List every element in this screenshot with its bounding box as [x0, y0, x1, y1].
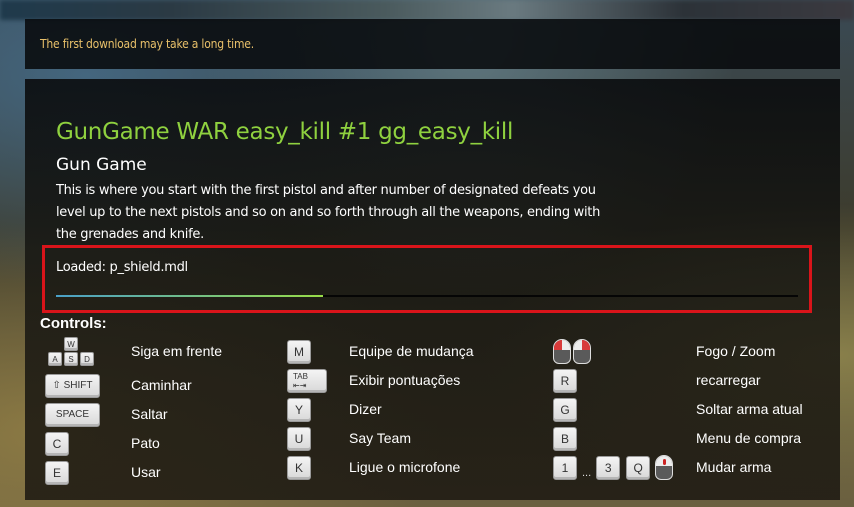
loading-panel: GunGame WAR easy_kill #1 gg_easy_kill Gu…	[25, 79, 840, 500]
key-d: D	[80, 352, 94, 366]
game-mode-title: Gun Game	[56, 155, 147, 175]
control-keys: R	[553, 366, 577, 395]
game-mode-description: This is where you start with the first p…	[56, 183, 601, 242]
control-keys: Y	[287, 395, 311, 424]
mouse-left-click-icon	[553, 339, 571, 364]
key-u: U	[287, 426, 311, 451]
control-action: Usar	[131, 464, 161, 480]
control-keys: SPACE	[45, 400, 100, 429]
control-action: Saltar	[131, 406, 168, 422]
control-action: recarregar	[696, 372, 761, 388]
key-m: M	[287, 339, 311, 364]
mouse-wheel-icon	[655, 455, 674, 480]
key-shift: ⇧ SHIFT	[45, 373, 100, 398]
key-space: SPACE	[45, 402, 100, 427]
background-scene	[0, 0, 854, 20]
control-action: Caminhar	[131, 377, 192, 393]
key-s: S	[64, 352, 78, 366]
key-q: Q	[626, 455, 651, 480]
control-action: Pato	[131, 435, 160, 451]
control-keys: C	[45, 429, 69, 458]
download-notice-bar: The first download may take a long time.	[25, 19, 840, 69]
control-keys: K	[287, 453, 311, 482]
key-tab: TAB ⇤⇥	[287, 368, 327, 393]
control-keys: ⇧ SHIFT	[45, 371, 100, 400]
loading-status-text: Loaded: p_shield.mdl	[56, 260, 188, 275]
control-keys: E	[45, 458, 69, 487]
control-action: Fogo / Zoom	[696, 343, 776, 359]
wasd-keys: W A S D	[45, 337, 97, 366]
control-action: Menu de compra	[696, 430, 802, 446]
key-b: B	[553, 426, 577, 451]
control-action: Dizer	[349, 401, 382, 417]
key-e: E	[45, 460, 69, 485]
control-action: Equipe de mudança	[349, 343, 474, 359]
loading-progress-bar	[56, 295, 798, 297]
key-g: G	[553, 397, 577, 422]
download-notice-text: The first download may take a long time.	[40, 37, 254, 51]
key-w: W	[64, 337, 78, 351]
key-y: Y	[287, 397, 311, 422]
control-keys: M	[287, 337, 311, 366]
key-3: 3	[596, 455, 621, 480]
control-action: Ligue o microfone	[349, 459, 461, 475]
control-action: Soltar arma atual	[696, 401, 803, 417]
loading-status-box: Loaded: p_shield.mdl	[42, 245, 812, 313]
control-action: Exibir pontuações	[349, 372, 461, 388]
control-action: Mudar arma	[696, 459, 772, 475]
mouse-right-click-icon	[573, 339, 591, 364]
control-keys: U	[287, 424, 311, 453]
key-range-ellipsis: ...	[582, 467, 592, 479]
control-action: Siga em frente	[131, 343, 223, 359]
control-keys: TAB ⇤⇥	[287, 366, 327, 395]
control-action: Say Team	[349, 430, 411, 446]
control-keys: 1 ... 3 Q	[553, 453, 674, 482]
key-k: K	[287, 455, 311, 480]
server-title: GunGame WAR easy_kill #1 gg_easy_kill	[56, 119, 514, 145]
key-a: A	[48, 352, 62, 366]
control-keys: W A S D	[45, 337, 97, 366]
control-keys: G	[553, 395, 577, 424]
loading-progress-fill	[56, 295, 324, 297]
control-keys: B	[553, 424, 577, 453]
key-1: 1	[553, 455, 577, 480]
key-r: R	[553, 368, 577, 393]
control-keys	[553, 337, 591, 366]
key-c: C	[45, 431, 69, 456]
controls-heading: Controls:	[40, 315, 107, 332]
